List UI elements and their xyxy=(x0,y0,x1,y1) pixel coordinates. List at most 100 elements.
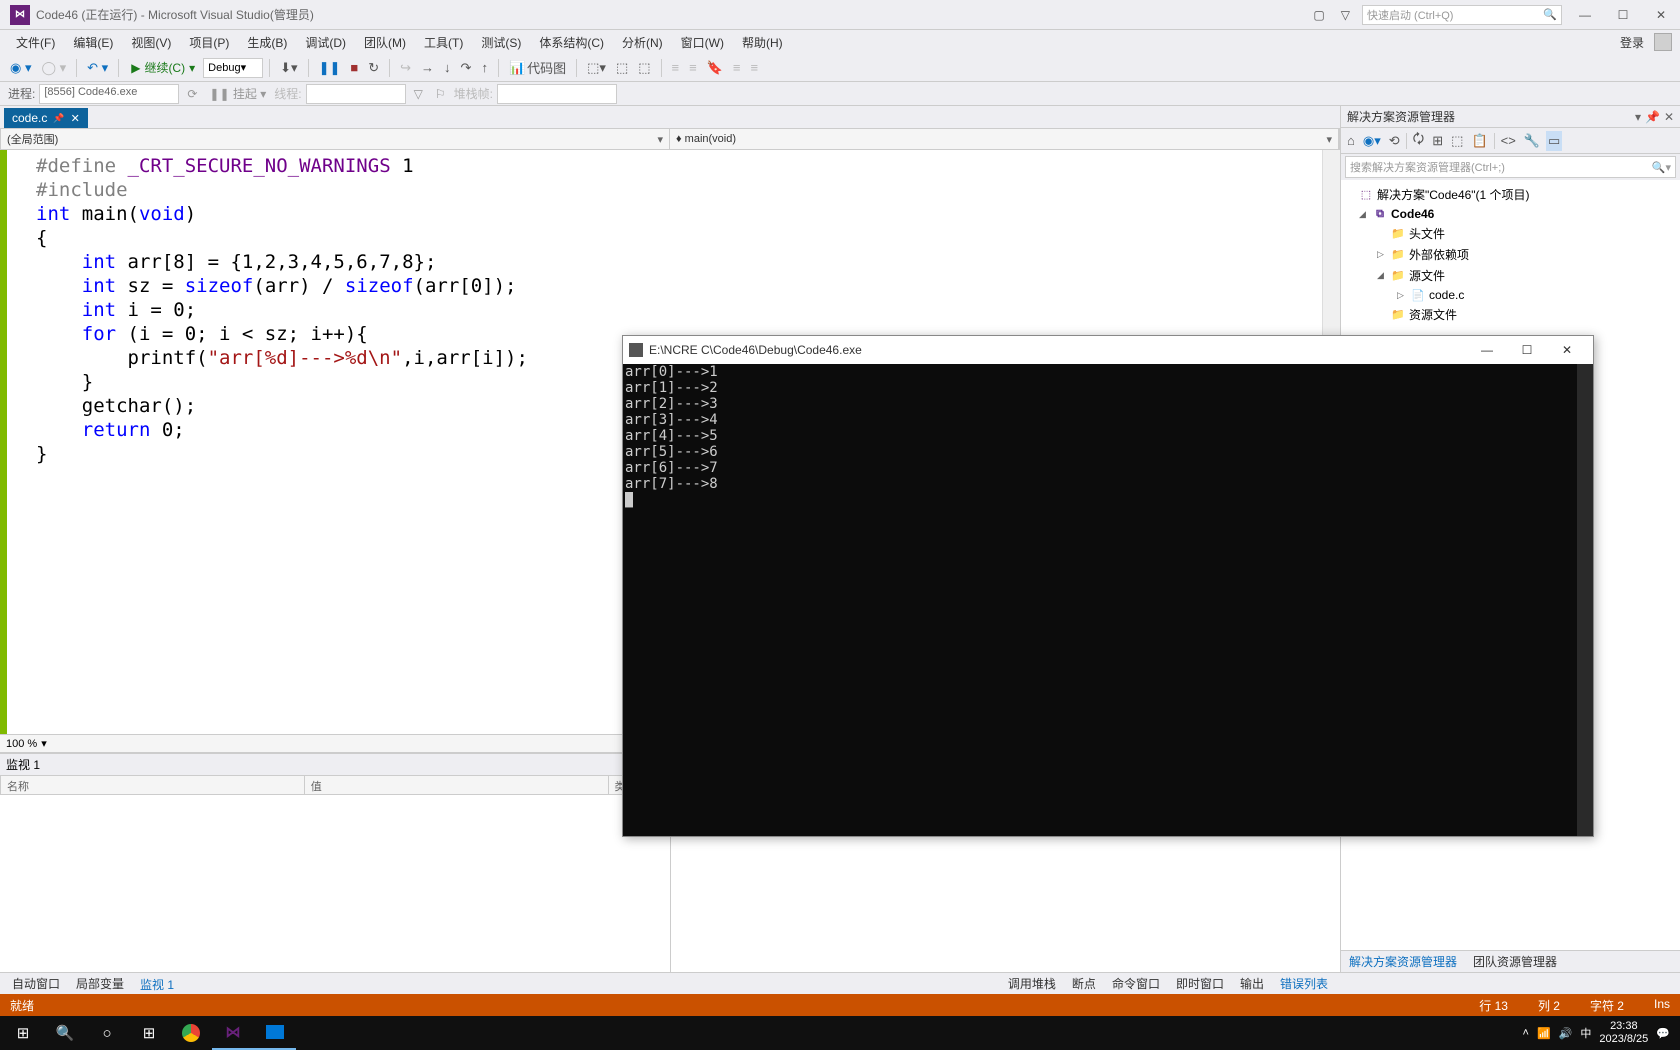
menu-file[interactable]: 文件(F) xyxy=(8,32,63,53)
watch-col-value[interactable]: 值 xyxy=(305,776,609,794)
ime-indicator[interactable]: 中 xyxy=(1580,1025,1591,1041)
member-combo[interactable]: ♦ main(void)▾ xyxy=(670,129,1339,149)
tab-breakpoints[interactable]: 断点 xyxy=(1064,973,1104,994)
tab-errorlist[interactable]: 错误列表 xyxy=(1272,973,1336,994)
zoom-dropdown-icon[interactable]: ▾ xyxy=(41,737,47,750)
refresh-button[interactable]: 🗘 xyxy=(1411,128,1427,154)
tab-locals[interactable]: 局部变量 xyxy=(68,973,132,994)
step-over-button[interactable]: ↷ xyxy=(457,58,476,78)
continue-button[interactable]: ▶ 继续(C) ▾ xyxy=(125,57,201,78)
tool-btn-1[interactable]: ⬚▾ xyxy=(583,58,610,78)
menu-team[interactable]: 团队(M) xyxy=(356,32,414,53)
pin-icon[interactable]: 📌 xyxy=(53,113,64,124)
tab-code-c[interactable]: code.c 📌 ✕ xyxy=(4,108,88,128)
console-titlebar[interactable]: E:\NCRE C\Code46\Debug\Code46.exe — ☐ ✕ xyxy=(623,336,1593,364)
cortana-button[interactable]: ○ xyxy=(86,1016,128,1050)
solution-search-input[interactable]: 搜索解决方案资源管理器(Ctrl+;) 🔍▾ xyxy=(1345,156,1676,178)
search-button[interactable]: 🔍 xyxy=(44,1016,86,1050)
show-all-button[interactable]: ⬚ xyxy=(1449,131,1465,151)
step-out-button[interactable]: ↑ xyxy=(477,58,492,77)
volume-icon[interactable]: 🔊 xyxy=(1559,1027,1573,1040)
tab-output[interactable]: 输出 xyxy=(1232,973,1272,994)
uncomment-button[interactable]: ≡ xyxy=(685,58,701,77)
menu-help[interactable]: 帮助(H) xyxy=(734,32,791,53)
filter-button[interactable]: ▽ xyxy=(410,85,427,103)
panel-dropdown-icon[interactable]: ▾ xyxy=(1635,110,1641,124)
external-folder[interactable]: ▷📁外部依赖项 xyxy=(1345,244,1676,265)
collapse-button[interactable]: ⊞ xyxy=(1430,131,1445,151)
process-combo[interactable]: [8556] Code46.exe xyxy=(39,84,179,104)
source-file-node[interactable]: ▷📄code.c xyxy=(1345,286,1676,304)
menu-arch[interactable]: 体系结构(C) xyxy=(531,32,612,53)
feedback-icon[interactable]: ▽ xyxy=(1337,8,1354,22)
tab-autos[interactable]: 自动窗口 xyxy=(4,973,68,994)
resources-folder[interactable]: 📁资源文件 xyxy=(1345,304,1676,325)
format-button-1[interactable]: ≡ xyxy=(729,58,745,77)
next-statement-button[interactable]: ↪ xyxy=(396,58,415,78)
visualstudio-taskbar-button[interactable]: ⋈ xyxy=(212,1016,254,1050)
step-into-new-button[interactable]: ⬇▾ xyxy=(276,58,301,78)
show-next-button[interactable]: → xyxy=(417,58,438,77)
login-link[interactable]: 登录 xyxy=(1612,32,1652,53)
tab-command[interactable]: 命令窗口 xyxy=(1104,973,1168,994)
wrench-button[interactable]: 🔧 xyxy=(1522,131,1542,151)
nav-forward-button[interactable]: ◯ ▾ xyxy=(37,58,70,78)
notification-icon[interactable]: ▢ xyxy=(1309,8,1328,22)
tab-immediate[interactable]: 即时窗口 xyxy=(1168,973,1232,994)
back-button[interactable]: ◉▾ xyxy=(1361,131,1383,151)
menu-project[interactable]: 项目(P) xyxy=(181,32,237,53)
menu-window[interactable]: 窗口(W) xyxy=(673,32,732,53)
step-into-button[interactable]: ↓ xyxy=(440,58,455,77)
menu-view[interactable]: 视图(V) xyxy=(123,32,179,53)
start-button[interactable]: ⊞ xyxy=(2,1016,44,1050)
undo-button[interactable]: ↶ ▾ xyxy=(83,58,112,78)
headers-folder[interactable]: 📁头文件 xyxy=(1345,223,1676,244)
tab-callstack[interactable]: 调用堆栈 xyxy=(1000,973,1064,994)
cycle-button[interactable]: ⟳ xyxy=(183,85,201,103)
project-node[interactable]: ◢⧉Code46 xyxy=(1345,205,1676,223)
tab-team-explorer[interactable]: 团队资源管理器 xyxy=(1465,951,1565,972)
panel-close-icon[interactable]: ✕ xyxy=(1664,110,1674,124)
suspend-button[interactable]: ❚❚ 挂起 ▾ xyxy=(205,83,270,104)
tool-btn-2[interactable]: ⬚ xyxy=(612,58,632,78)
config-combo[interactable]: Debug ▾ xyxy=(203,58,263,78)
tab-close-icon[interactable]: ✕ xyxy=(71,112,80,125)
quick-launch-input[interactable]: 快速启动 (Ctrl+Q) 🔍 xyxy=(1362,5,1562,25)
watch-col-name[interactable]: 名称 xyxy=(1,776,305,794)
solution-node[interactable]: ⬚解决方案"Code46"(1 个项目) xyxy=(1345,184,1676,205)
sync-button[interactable]: ⟲ xyxy=(1387,131,1402,151)
bookmark-button[interactable]: 🔖 xyxy=(703,58,727,78)
pause-button[interactable]: ❚❚ xyxy=(315,58,345,78)
zoom-level[interactable]: 100 % xyxy=(6,738,37,750)
close-button[interactable]: ✕ xyxy=(1646,5,1676,25)
watch-body[interactable] xyxy=(0,795,670,972)
console-window[interactable]: E:\NCRE C\Code46\Debug\Code46.exe — ☐ ✕ … xyxy=(622,335,1594,837)
codemap-button[interactable]: 📊 代码图 xyxy=(505,56,570,79)
menu-build[interactable]: 生成(B) xyxy=(239,32,295,53)
minimize-button[interactable]: — xyxy=(1570,5,1600,25)
tool-btn-3[interactable]: ⬚ xyxy=(634,58,654,78)
notifications-icon[interactable]: 💬 xyxy=(1656,1027,1670,1040)
stackframe-combo[interactable] xyxy=(497,84,617,104)
flag-button[interactable]: ⚐ xyxy=(431,85,450,103)
sources-folder[interactable]: ◢📁源文件 xyxy=(1345,265,1676,286)
home-button[interactable]: ⌂ xyxy=(1345,131,1357,150)
nav-back-button[interactable]: ◉ ▾ xyxy=(6,58,35,78)
tray-chevron-icon[interactable]: ˄ xyxy=(1523,1027,1529,1039)
menu-debug[interactable]: 调试(D) xyxy=(297,32,354,53)
menu-edit[interactable]: 编辑(E) xyxy=(65,32,121,53)
maximize-button[interactable]: ☐ xyxy=(1608,5,1638,25)
format-button-2[interactable]: ≡ xyxy=(747,58,763,77)
menu-tools[interactable]: 工具(T) xyxy=(416,32,471,53)
console-taskbar-button[interactable] xyxy=(254,1016,296,1050)
copy-button[interactable]: 📋 xyxy=(1469,131,1489,151)
console-minimize-button[interactable]: — xyxy=(1467,338,1507,362)
menu-test[interactable]: 测试(S) xyxy=(473,32,529,53)
scope-combo[interactable]: (全局范围)▾ xyxy=(1,129,670,149)
properties-button[interactable]: <> xyxy=(1499,131,1518,150)
menu-analyze[interactable]: 分析(N) xyxy=(614,32,671,53)
restart-button[interactable]: ↻ xyxy=(364,58,383,78)
console-output[interactable]: arr[0]--->1 arr[1]--->2 arr[2]--->3 arr[… xyxy=(623,364,1593,836)
editor-gutter[interactable] xyxy=(0,150,28,734)
system-tray[interactable]: ˄ 📶 🔊 中 23:38 2023/8/25 💬 xyxy=(1515,1020,1678,1046)
